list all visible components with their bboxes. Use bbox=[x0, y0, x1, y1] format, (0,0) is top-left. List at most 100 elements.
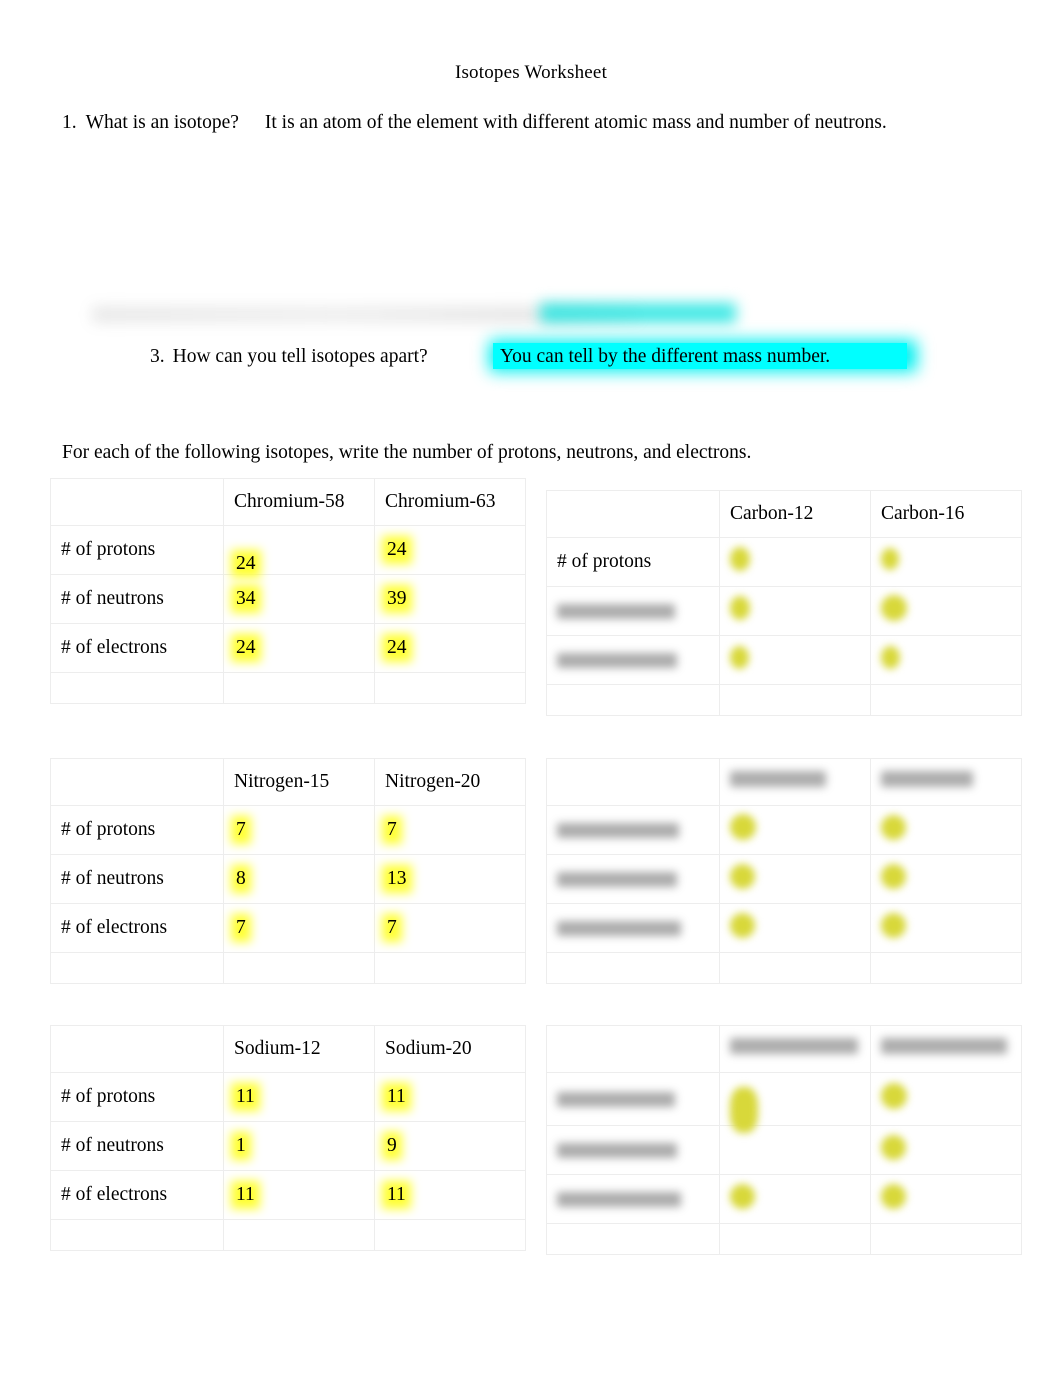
corner-cell bbox=[546, 758, 720, 806]
cell-value: 11 bbox=[387, 1086, 406, 1107]
question-3: 3. How can you tell isotopes apart? bbox=[150, 344, 428, 370]
isotope-table-redacted-upper-right bbox=[546, 758, 1022, 984]
redacted-column-header bbox=[881, 771, 973, 787]
cell-value: 1 bbox=[236, 1135, 246, 1156]
table-row bbox=[50, 672, 526, 704]
cell-electrons-col1: 11 bbox=[223, 1170, 375, 1220]
column-header: Carbon-16 bbox=[881, 503, 965, 524]
row-label: # of electrons bbox=[61, 637, 168, 658]
redacted-value bbox=[730, 645, 749, 669]
cell-neutrons-col2: 9 bbox=[374, 1121, 526, 1171]
table-row: # of neutrons 34 39 bbox=[50, 574, 526, 624]
question-3-number: 3. bbox=[150, 346, 165, 367]
redacted-row-label bbox=[557, 604, 675, 620]
corner-cell bbox=[546, 1025, 720, 1073]
corner-cell bbox=[50, 478, 224, 526]
cell-neutrons-col1: 1 bbox=[223, 1121, 375, 1171]
redacted-value bbox=[881, 595, 907, 621]
isotope-table-sodium: Sodium-12 Sodium-20 # of protons 11 11 #… bbox=[50, 1025, 526, 1251]
cell-value: 24 bbox=[387, 637, 407, 658]
table-row: # of electrons 24 24 bbox=[50, 623, 526, 673]
question-3-prompt: How can you tell isotopes apart? bbox=[172, 346, 428, 367]
cell-electrons-col2: 24 bbox=[374, 623, 526, 673]
cell-value: 11 bbox=[236, 1184, 255, 1205]
cell-value: 11 bbox=[387, 1184, 406, 1205]
cell-value: 7 bbox=[387, 917, 397, 938]
redacted-value bbox=[881, 1134, 906, 1160]
redacted-row-label bbox=[557, 653, 677, 669]
cell-value: 13 bbox=[387, 868, 407, 889]
redacted-value bbox=[881, 1183, 906, 1209]
question-1-answer: It is an atom of the element with differ… bbox=[264, 112, 887, 133]
table-row bbox=[546, 1072, 1022, 1133]
cell-value: 11 bbox=[236, 1086, 255, 1107]
table-row: # of protons bbox=[546, 537, 1022, 587]
cell-electrons-col2: 7 bbox=[374, 903, 526, 953]
table-row: # of protons 7 7 bbox=[50, 805, 526, 855]
table-row: Chromium-58 Chromium-63 bbox=[50, 478, 526, 526]
column-header: Carbon-12 bbox=[730, 503, 814, 524]
corner-cell bbox=[50, 758, 224, 806]
question-2-redacted-highlight bbox=[540, 303, 736, 323]
cell-redacted-value bbox=[870, 1072, 1022, 1126]
cell-electrons-col1: 24 bbox=[223, 623, 375, 673]
table-row bbox=[546, 635, 1022, 685]
cell-protons-col1: 24 bbox=[223, 525, 375, 575]
cell-value: 24 bbox=[236, 553, 256, 574]
table-row bbox=[546, 1223, 1022, 1255]
instruction-text: For each of the following isotopes, writ… bbox=[62, 442, 752, 463]
redacted-column-header bbox=[730, 771, 826, 787]
cell-neutrons-col2: 13 bbox=[374, 854, 526, 904]
cell-neutrons-col1: 34 bbox=[223, 574, 375, 624]
table-row bbox=[546, 1125, 1022, 1175]
row-label: # of neutrons bbox=[61, 588, 164, 609]
table-row bbox=[50, 1219, 526, 1251]
cell-redacted-value bbox=[870, 854, 1022, 904]
row-label: # of neutrons bbox=[61, 868, 164, 889]
table-row bbox=[546, 854, 1022, 904]
table-row bbox=[546, 903, 1022, 953]
cell-redacted-value bbox=[719, 805, 871, 855]
table-row: # of protons 24 24 bbox=[50, 525, 526, 575]
redacted-value bbox=[730, 863, 755, 889]
cell-neutrons-col1: 8 bbox=[223, 854, 375, 904]
page-title: Isotopes Worksheet bbox=[454, 62, 608, 83]
cell-value: 34 bbox=[236, 588, 256, 609]
redacted-value bbox=[881, 548, 899, 570]
isotope-table-chromium: Chromium-58 Chromium-63 # of protons 24 … bbox=[50, 478, 526, 704]
table-row: Sodium-12 Sodium-20 bbox=[50, 1025, 526, 1073]
column-header: Chromium-58 bbox=[234, 491, 345, 512]
column-header: Nitrogen-15 bbox=[234, 771, 330, 792]
cell-redacted-value bbox=[719, 1125, 871, 1175]
redacted-row-label bbox=[557, 823, 679, 839]
cell-protons-col1: 11 bbox=[223, 1072, 375, 1122]
cell-protons-col2: 24 bbox=[374, 525, 526, 575]
cell-value: 8 bbox=[236, 868, 246, 889]
cell-redacted-value bbox=[870, 903, 1022, 953]
corner-cell bbox=[546, 490, 720, 538]
cell-neutrons-col2: 39 bbox=[374, 574, 526, 624]
table-row bbox=[546, 758, 1022, 806]
cell-value: 7 bbox=[236, 819, 246, 840]
column-header: Sodium-12 bbox=[234, 1038, 321, 1059]
cell-redacted-value bbox=[870, 805, 1022, 855]
table-row: Carbon-12 Carbon-16 bbox=[546, 490, 1022, 538]
cell-protons-col1: 7 bbox=[223, 805, 375, 855]
column-header: Sodium-20 bbox=[385, 1038, 472, 1059]
isotope-table-redacted-lower-right bbox=[546, 1025, 1022, 1255]
redacted-value bbox=[881, 1083, 907, 1109]
column-header: Nitrogen-20 bbox=[385, 771, 481, 792]
isotope-table-carbon: Carbon-12 Carbon-16 # of protons bbox=[546, 490, 1022, 716]
cell-redacted-value bbox=[719, 854, 871, 904]
table-row: # of neutrons 1 9 bbox=[50, 1121, 526, 1171]
cell-redacted-value bbox=[719, 1174, 871, 1224]
redacted-value bbox=[730, 912, 755, 938]
row-label: # of protons bbox=[557, 551, 652, 572]
redacted-value bbox=[730, 1183, 755, 1209]
row-label: # of electrons bbox=[61, 1184, 168, 1205]
row-label: # of neutrons bbox=[61, 1135, 164, 1156]
redacted-value bbox=[730, 814, 756, 840]
redacted-value bbox=[881, 645, 900, 669]
row-label: # of protons bbox=[61, 1086, 156, 1107]
column-header: Chromium-63 bbox=[385, 491, 496, 512]
